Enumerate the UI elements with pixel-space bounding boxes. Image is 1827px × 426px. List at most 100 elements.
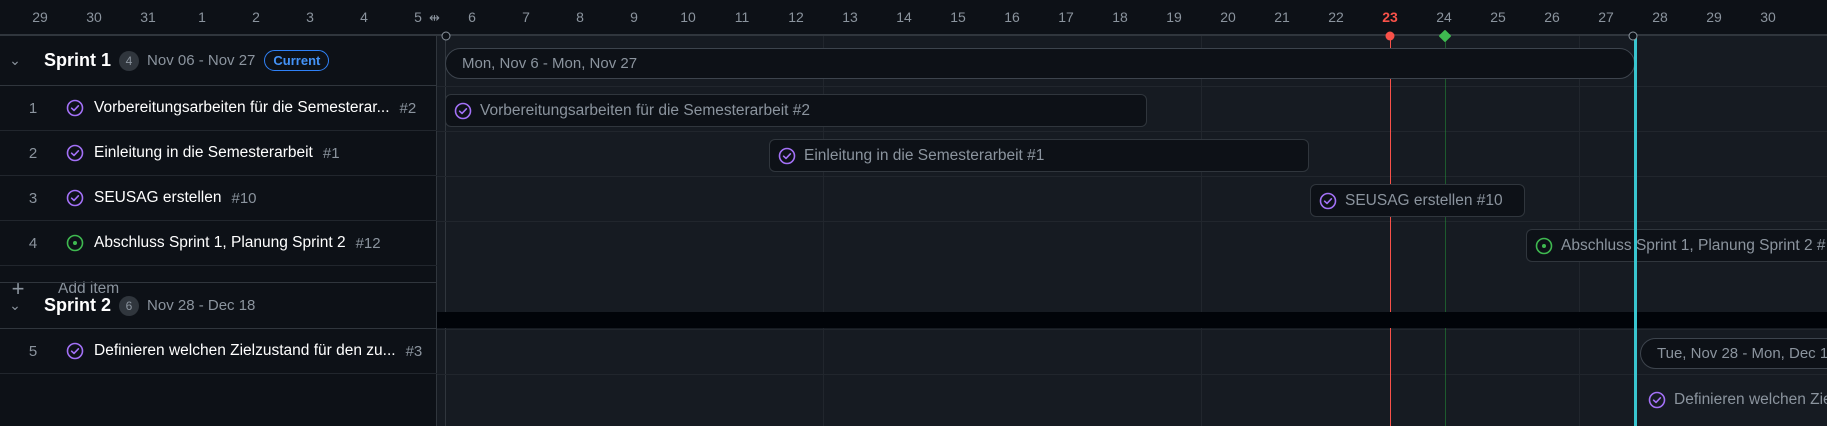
item-title-link[interactable]: SEUSAG erstellen [94,189,222,207]
date-ruler: 29 30 31 1 2 3 4 5 6 7 8 9 10 11 12 13 14 15 16 17 18 19 20 21 2… [0,0,1827,36]
item-title-link[interactable]: Vorbereitungsarbeiten für die Semesterar… [94,99,390,117]
item-title-link[interactable]: Einleitung in die Semesterarbeit [94,144,313,162]
roadmap-item-bar[interactable]: Einleitung in die Semesterarbeit #1 [769,139,1309,172]
done-status-icon [454,102,472,119]
ruler-day-label: 27 [1598,9,1614,25]
table-row[interactable]: 3 SEUSAG erstellen #10 [0,176,437,221]
row-separator [437,131,1827,132]
ruler-day-label: 29 [1706,9,1722,25]
ruler-day-label: 22 [1328,9,1344,25]
ruler-day-label: 12 [788,9,804,25]
row-number: 5 [28,342,38,360]
ruler-day-label: 29 [32,9,48,25]
ruler-day-label: 6 [468,9,476,25]
iteration-start-marker [441,31,451,41]
chevron-down-icon[interactable]: ⌄ [4,297,26,314]
resize-horizontal-icon[interactable]: ⇹ [429,10,440,26]
ruler-day-label: 9 [630,9,638,25]
ruler-day-label: 24 [1436,9,1452,25]
item-title-link[interactable]: Abschluss Sprint 1, Planung Sprint 2 [94,234,346,252]
item-ref: #10 [231,189,257,207]
ruler-day-label: 16 [1004,9,1020,25]
done-status-icon [1648,391,1666,408]
group-divider [437,312,1827,328]
iteration-bar-label: Mon, Nov 6 - Mon, Nov 27 [462,55,638,72]
table-row[interactable]: 4 Abschluss Sprint 1, Planung Sprint 2 #… [0,221,437,266]
ruler-day-label: 13 [842,9,858,25]
group-dates: Nov 06 - Nov 27 [147,52,256,69]
open-status-icon [66,234,84,252]
group-title: Sprint 1 [44,50,112,70]
ruler-day-label: 31 [140,9,156,25]
iteration-bar-sprint-2[interactable]: Tue, Nov 28 - Mon, Dec 1 [1640,338,1827,369]
ruler-day-label: 11 [734,9,750,25]
bar-label: Abschluss Sprint 1, Planung Sprint 2 # [1561,236,1826,254]
bar-label: SEUSAG erstellen #10 [1345,191,1503,209]
item-ref: #3 [405,342,423,360]
ruler-day-label: 25 [1490,9,1506,25]
table-row[interactable]: 1 Vorbereitungsarbeiten für die Semester… [0,86,437,131]
ruler-day-label: 1 [198,9,206,25]
ruler-day-label: 30 [86,9,102,25]
today-marker [1385,31,1395,41]
ruler-day-label: 4 [360,9,368,25]
ruler-day-label: 26 [1544,9,1560,25]
table-row[interactable]: 2 Einleitung in die Semesterarbeit #1 [0,131,437,176]
roadmap-item-bar[interactable]: SEUSAG erstellen #10 [1310,184,1525,217]
timeline-canvas: Mon, Nov 6 - Mon, Nov 27 Vorbereitungsar… [437,36,1827,426]
row-separator [437,329,1827,330]
iteration-bar-sprint-1[interactable]: Mon, Nov 6 - Mon, Nov 27 [445,48,1635,79]
ruler-day-label: 10 [680,9,696,25]
done-status-icon [66,342,84,360]
row-number: 1 [28,99,38,117]
ruler-day-label: 3 [306,9,314,25]
roadmap-item-bar[interactable]: Vorbereitungsarbeiten für die Semesterar… [445,94,1147,127]
roadmap-item-bar[interactable]: Definieren welchen Zie [1640,383,1827,416]
row-separator [437,176,1827,177]
ruler-day-label: 21 [1274,9,1290,25]
group-header-sprint-2[interactable]: ⌄ Sprint 2 6 Nov 28 - Dec 18 [0,282,437,329]
ruler-day-label: 5 [414,9,422,25]
done-status-icon [66,99,84,117]
ruler-day-label: 8 [576,9,584,25]
bar-label: Definieren welchen Zie [1674,390,1827,408]
ruler-day-label: 2 [252,9,260,25]
bar-label: Einleitung in die Semesterarbeit #1 [804,146,1045,164]
iteration-end-marker [1628,31,1638,41]
ruler-day-label: 15 [950,9,966,25]
ruler-day-label: 30 [1760,9,1776,25]
group-dates: Nov 28 - Dec 18 [147,297,256,314]
row-number: 2 [28,144,38,162]
current-badge: Current [264,50,330,71]
row-separator [437,86,1827,87]
bar-label: Vorbereitungsarbeiten für die Semesterar… [480,101,811,119]
grid-line [1201,36,1202,426]
ruler-day-label: 7 [522,9,530,25]
chevron-down-icon[interactable]: ⌄ [4,52,26,69]
table-row[interactable]: 5 Definieren welchen Zielzustand für den… [0,329,437,374]
ruler-day-label: 19 [1166,9,1182,25]
roadmap-item-bar[interactable]: Abschluss Sprint 1, Planung Sprint 2 # [1526,229,1827,262]
row-number: 3 [28,189,38,207]
green-marker-line [1445,36,1446,426]
item-ref: #12 [355,234,381,252]
iteration-boundary-line [1634,36,1637,426]
ruler-day-label: 23 [1382,9,1398,25]
today-marker-line [1390,36,1391,426]
done-status-icon [66,189,84,207]
ruler-day-label: 20 [1220,9,1236,25]
ruler-day-label: 17 [1058,9,1074,25]
item-count-badge: 6 [119,295,140,316]
ruler-day-label: 18 [1112,9,1128,25]
done-status-icon [778,147,796,164]
ruler-day-label: 28 [1652,9,1668,25]
done-status-icon [1319,192,1337,209]
item-ref: #2 [399,99,417,117]
item-ref: #1 [322,144,340,162]
group-header-sprint-1[interactable]: ⌄ Sprint 1 4 Nov 06 - Nov 27 Current [0,36,437,86]
row-number: 4 [28,234,38,252]
row-separator [437,374,1827,375]
group-title: Sprint 2 [44,295,112,315]
item-count-badge: 4 [119,50,140,71]
item-title-link[interactable]: Definieren welchen Zielzustand für den z… [94,342,396,360]
